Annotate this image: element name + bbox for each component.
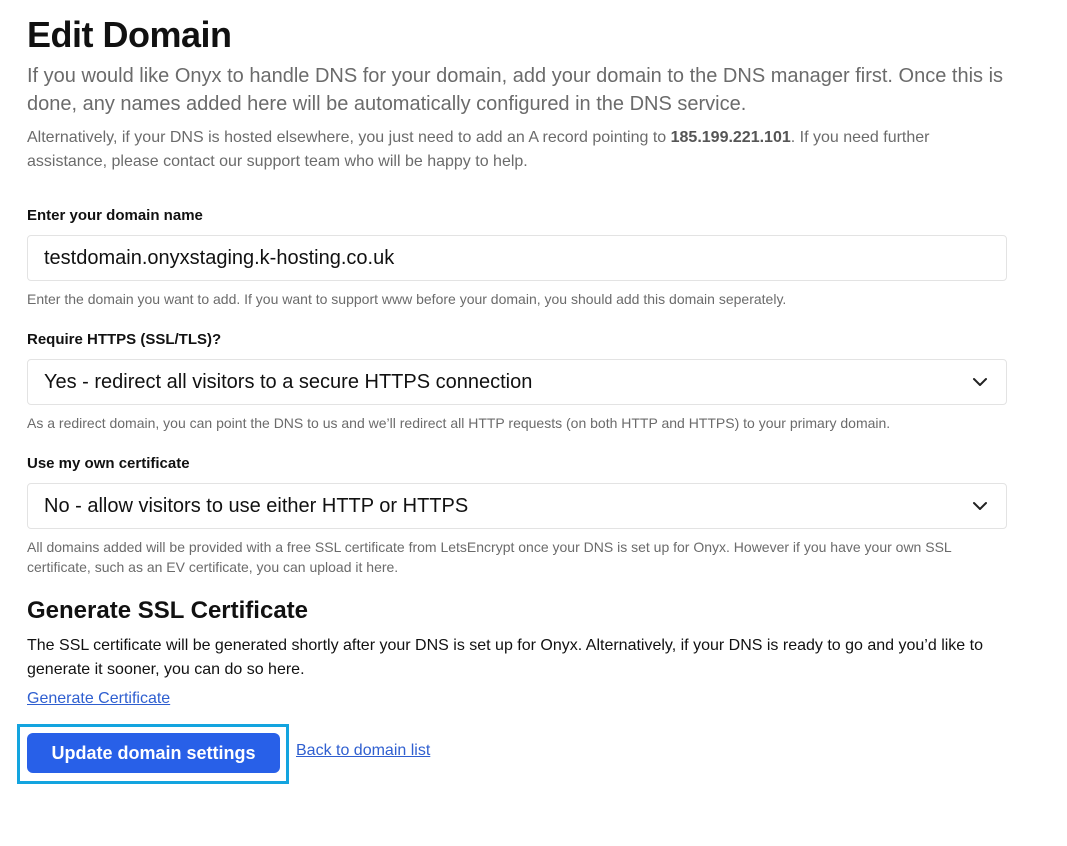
generate-certificate-link[interactable]: Generate Certificate: [27, 690, 170, 708]
https-label: Require HTTPS (SSL/TLS)?: [27, 331, 222, 348]
back-to-domain-list-link[interactable]: Back to domain list: [296, 742, 430, 760]
certificate-selected-value: No - allow visitors to use either HTTP o…: [44, 494, 469, 517]
ssl-section-title: Generate SSL Certificate: [27, 597, 309, 624]
chevron-down-icon: [973, 502, 987, 510]
intro-text-before: Alternatively, if your DNS is hosted els…: [27, 129, 671, 146]
chevron-down-icon: [973, 378, 987, 386]
update-domain-settings-button[interactable]: Update domain settings: [27, 733, 280, 773]
certificate-select[interactable]: No - allow visitors to use either HTTP o…: [27, 483, 1007, 529]
certificate-hint: All domains added will be provided with …: [27, 539, 952, 575]
https-hint: As a redirect domain, you can point the …: [27, 415, 891, 431]
edit-domain-form: Edit Domain If you would like Onyx to ha…: [27, 14, 1007, 174]
domain-name-value: testdomain.onyxstaging.k-hosting.co.uk: [44, 246, 395, 269]
certificate-label: Use my own certificate: [27, 455, 190, 472]
https-select[interactable]: Yes - redirect all visitors to a secure …: [27, 359, 1007, 405]
domain-name-label: Enter your domain name: [27, 207, 203, 224]
page-intro: Alternatively, if your DNS is hosted els…: [27, 126, 977, 174]
domain-name-hint: Enter the domain you want to add. If you…: [27, 291, 787, 307]
ssl-section-text: The SSL certificate will be generated sh…: [27, 637, 983, 678]
domain-name-input[interactable]: testdomain.onyxstaging.k-hosting.co.uk: [27, 235, 1007, 281]
page-lead: If you would like Onyx to handle DNS for…: [27, 65, 1004, 115]
https-selected-value: Yes - redirect all visitors to a secure …: [44, 370, 533, 393]
ip-address: 185.199.221.101: [670, 129, 791, 146]
page-title: Edit Domain: [27, 14, 232, 55]
